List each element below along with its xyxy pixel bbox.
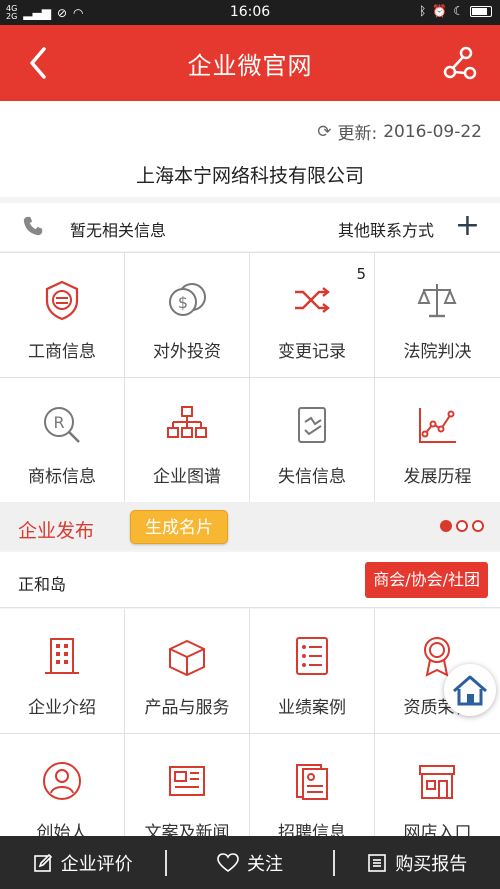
review-button[interactable]: 企业评价 xyxy=(0,850,165,876)
organization-name: 正和岛 xyxy=(18,575,67,594)
grid-item-products-services[interactable]: 产品与服务 xyxy=(125,609,250,734)
scales-icon xyxy=(417,284,457,318)
grid-item-investment[interactable]: $ 对外投资 xyxy=(125,253,250,378)
publish-grid: 企业介绍 产品与服务 业绩案例 资质荣誉 创始人 文案及新闻 招聘信息 网店入口 xyxy=(0,609,500,859)
contact-row[interactable]: 暂无相关信息 其他联系方式 + xyxy=(0,203,500,251)
grid-item-change-records[interactable]: 5 变更记录 xyxy=(250,253,375,378)
follow-button[interactable]: 关注 xyxy=(167,850,332,876)
grid-item-label: 变更记录 xyxy=(278,342,346,362)
svg-text:R: R xyxy=(53,413,64,432)
update-label: 更新: xyxy=(337,124,378,144)
grid-item-label: 业绩案例 xyxy=(278,698,346,718)
newspaper-icon xyxy=(169,766,205,796)
heart-icon xyxy=(217,852,239,872)
grid-item-trademark[interactable]: R 商标信息 xyxy=(0,378,125,503)
organization-row: 正和岛 商会/协会/社团 xyxy=(0,552,500,608)
grid-item-label: 法院判决 xyxy=(403,342,472,362)
review-label: 企业评价 xyxy=(60,853,133,875)
grid-item-performance-cases[interactable]: 业绩案例 xyxy=(250,609,375,734)
buy-report-button[interactable]: 购买报告 xyxy=(335,850,500,876)
page-dot[interactable] xyxy=(440,520,452,532)
page-title: 企业微官网 xyxy=(187,52,313,80)
company-info: ⟳ 更新: 2016-09-22 上海本宁网络科技有限公司 xyxy=(0,101,500,197)
follow-label: 关注 xyxy=(246,853,283,875)
app-header: 企业微官网 xyxy=(0,25,500,101)
grid-item-label: 产品与服务 xyxy=(144,698,230,718)
resume-icon xyxy=(296,764,328,800)
grid-item-label: 商标信息 xyxy=(28,467,96,487)
seal-icon xyxy=(45,280,79,321)
phone-icon xyxy=(23,216,43,236)
box-icon xyxy=(169,639,205,677)
other-contact-label[interactable]: 其他联系方式 xyxy=(338,217,434,241)
grid-item-label: 企业图谱 xyxy=(153,467,221,487)
list-icon xyxy=(296,637,328,675)
edit-icon xyxy=(33,853,52,872)
update-date: 2016-09-22 xyxy=(383,121,482,142)
org-chart-icon xyxy=(167,406,207,438)
info-grid: 工商信息 $ 对外投资 5 变更记录 法院判决 R 商标信息 企业图谱 失信信息… xyxy=(0,252,500,503)
buy-report-label: 购买报告 xyxy=(395,853,468,875)
page-dot[interactable] xyxy=(456,520,468,532)
bluetooth-icon: ᛒ xyxy=(419,4,427,18)
grid-item-enterprise-graph[interactable]: 企业图谱 xyxy=(125,378,250,503)
alarm-icon: ⏰ xyxy=(432,4,448,18)
grid-item-label: 发展历程 xyxy=(403,467,472,487)
bottom-bar: 企业评价 关注 购买报告 xyxy=(0,836,500,889)
grid-item-development-history[interactable]: 发展历程 xyxy=(375,378,500,503)
grid-item-label: 对外投资 xyxy=(153,342,221,362)
grid-item-label: 失信信息 xyxy=(278,467,346,487)
home-button[interactable] xyxy=(444,664,496,716)
association-button[interactable]: 商会/协会/社团 xyxy=(365,562,488,598)
grid-item-business-info[interactable]: 工商信息 xyxy=(0,253,125,378)
grid-item-company-intro[interactable]: 企业介绍 xyxy=(0,609,125,734)
moon-icon: ☾ xyxy=(453,4,464,18)
person-icon xyxy=(43,762,81,800)
battery-icon xyxy=(470,5,492,17)
add-contact-icon[interactable]: + xyxy=(455,211,480,241)
building-icon xyxy=(45,638,79,674)
grid-item-dishonest-info[interactable]: 失信信息 xyxy=(250,378,375,503)
company-name: 上海本宁网络科技有限公司 xyxy=(135,165,364,187)
phone-status: 暂无相关信息 xyxy=(70,221,167,240)
page-dot[interactable] xyxy=(472,520,484,532)
grid-item-label: 企业介绍 xyxy=(28,698,96,718)
publish-bar: 企业发布 生成名片 xyxy=(0,502,500,550)
shop-icon xyxy=(419,765,455,799)
svg-text:$: $ xyxy=(178,293,188,312)
shuffle-icon xyxy=(295,287,330,313)
update-info: ⟳ 更新: 2016-09-22 xyxy=(317,119,482,145)
growth-chart-icon xyxy=(419,408,456,443)
share-icon[interactable] xyxy=(442,45,478,81)
report-icon xyxy=(368,853,387,872)
publish-title: 企业发布 xyxy=(18,520,95,542)
status-bar: 4G 2G ▂▄▆ ⊘ ◠ 16:06 ᛒ ⏰ ☾ xyxy=(0,0,500,25)
home-icon xyxy=(453,675,487,706)
refresh-icon[interactable]: ⟳ xyxy=(317,122,331,142)
generate-card-button[interactable]: 生成名片 xyxy=(130,510,228,544)
broken-credit-icon xyxy=(298,407,326,443)
trademark-icon: R xyxy=(44,407,80,443)
coins-icon: $ xyxy=(169,283,206,316)
change-count-badge: 5 xyxy=(356,265,366,283)
grid-item-label: 工商信息 xyxy=(28,342,96,362)
grid-item-court-judgments[interactable]: 法院判决 xyxy=(375,253,500,378)
page-indicator xyxy=(440,520,484,532)
